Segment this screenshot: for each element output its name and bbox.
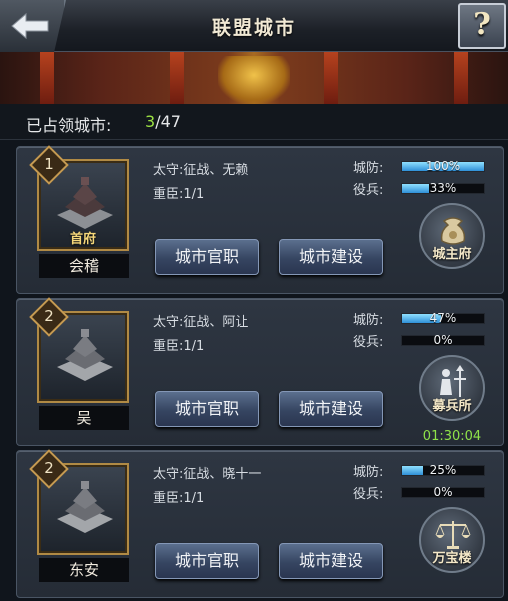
- city-build-button[interactable]: 城市建设: [279, 239, 383, 275]
- capital-label: 首府: [69, 232, 96, 247]
- occupied-total: /47: [155, 112, 181, 131]
- defense-bar: 25%: [401, 463, 485, 477]
- minister-text: 重臣:1/1: [153, 491, 205, 506]
- city-name: 东安: [39, 558, 129, 582]
- troops-label: 役兵:: [353, 487, 384, 502]
- scales-icon: [435, 521, 471, 549]
- building-label: 城主府: [432, 247, 472, 262]
- city-officials-button[interactable]: 城市官职: [155, 391, 259, 427]
- minister-text: 重臣:1/1: [153, 187, 205, 202]
- pillar: [324, 52, 338, 104]
- occupied-current: 3: [145, 112, 156, 131]
- city-name: 会稽: [39, 254, 129, 278]
- troops-bar: 33%: [401, 181, 485, 195]
- governor-text: 太守:征战、阿让: [153, 315, 249, 330]
- recruit-icon: [440, 365, 466, 397]
- defense-label: 城防:: [353, 313, 384, 328]
- city-building-image: [57, 329, 113, 381]
- palace-banner: [0, 52, 508, 104]
- defense-bar: 100%: [401, 159, 485, 173]
- level-number: 1: [44, 155, 54, 173]
- troops-percent: 0%: [433, 333, 453, 347]
- troops-bar: 0%: [401, 333, 485, 347]
- governor-text: 太守:征战、无赖: [153, 163, 249, 178]
- defense-percent: 100%: [425, 159, 461, 173]
- level-number: 2: [44, 459, 54, 477]
- troops-label: 役兵:: [353, 335, 384, 350]
- occupied-count: 3/47: [145, 112, 181, 131]
- troops-percent: 0%: [433, 485, 453, 499]
- money-bag-icon: [440, 217, 466, 245]
- page-title: 联盟城市: [211, 17, 296, 39]
- city-card: 2 吴 太守:征战、阿让 重臣:1/1 城防: 47% 役兵: 0% 城市官职 …: [16, 297, 504, 446]
- city-build-button[interactable]: 城市建设: [279, 543, 383, 579]
- city-card: 首府 1 会稽 太守:征战、无赖 重臣:1/1 城防: 100% 役兵: 33%…: [16, 145, 504, 294]
- troops-label: 役兵:: [353, 183, 384, 198]
- defense-percent: 47%: [429, 311, 457, 325]
- troops-percent: 33%: [429, 181, 457, 195]
- question-mark-icon: ?: [473, 7, 491, 42]
- occupied-label: 已占领城市:: [26, 116, 112, 135]
- pillar: [454, 52, 468, 104]
- city-building-image: [57, 481, 113, 533]
- city-build-button[interactable]: 城市建设: [279, 391, 383, 427]
- minister-text: 重臣:1/1: [153, 339, 205, 354]
- pillar: [40, 52, 54, 104]
- build-timer: 01:30:04: [422, 429, 482, 444]
- defense-label: 城防:: [353, 161, 384, 176]
- city-name: 吴: [39, 406, 129, 430]
- throne-image: [218, 56, 290, 104]
- governor-text: 太守:征战、晓十一: [153, 467, 262, 482]
- troops-bar: 0%: [401, 485, 485, 499]
- city-card: 2 东安 太守:征战、晓十一 重臣:1/1 城防: 25% 役兵: 0% 城市官…: [16, 449, 504, 598]
- level-number: 2: [44, 307, 54, 325]
- city-officials-button[interactable]: 城市官职: [155, 543, 259, 579]
- top-bar: 联盟城市 ?: [0, 0, 508, 52]
- building-label: 募兵所: [432, 399, 472, 414]
- defense-percent: 25%: [429, 463, 457, 477]
- help-button[interactable]: ?: [458, 3, 506, 49]
- defense-bar: 47%: [401, 311, 485, 325]
- pillar: [170, 52, 184, 104]
- city-officials-button[interactable]: 城市官职: [155, 239, 259, 275]
- building-label: 万宝楼: [432, 551, 472, 566]
- defense-label: 城防:: [353, 465, 384, 480]
- occupied-cities-row: 已占领城市: 3/47: [0, 104, 508, 140]
